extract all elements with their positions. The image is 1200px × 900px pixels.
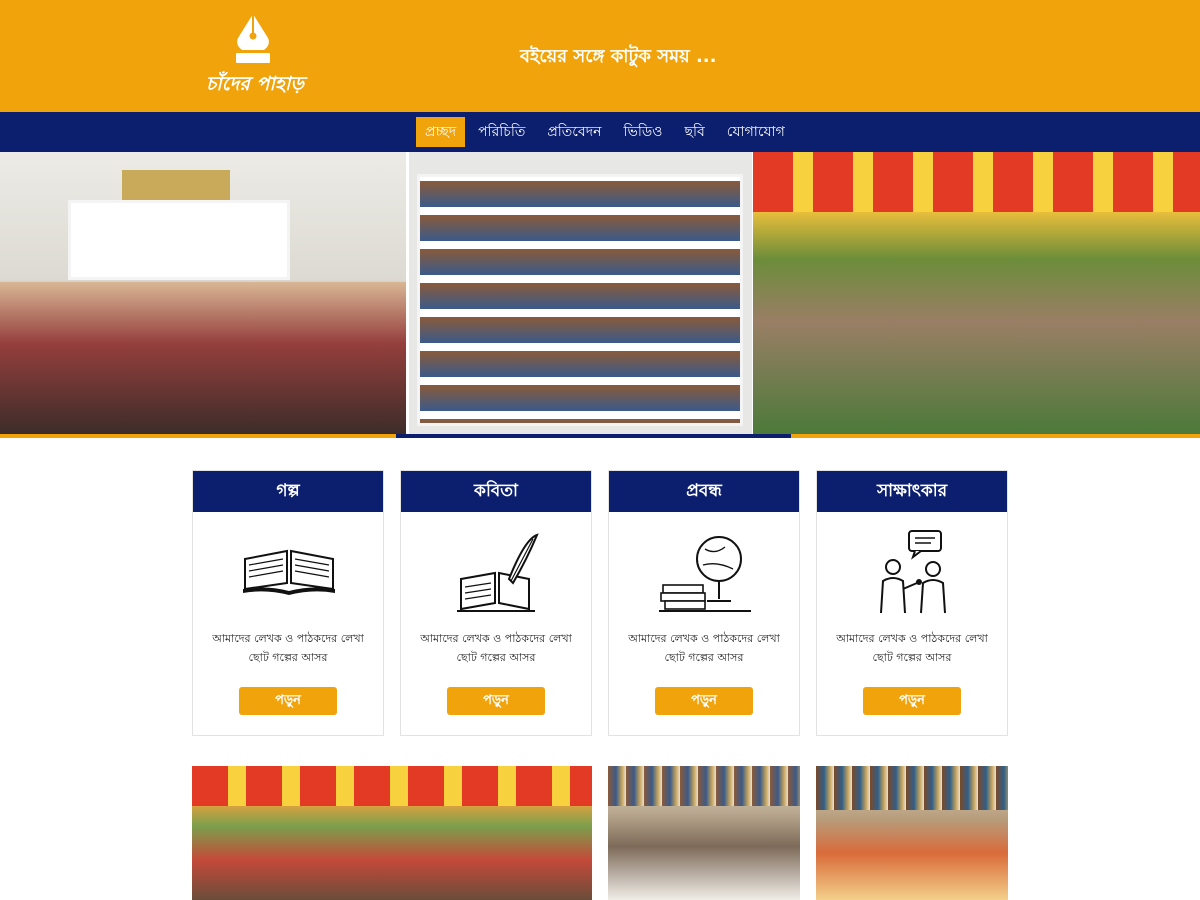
nav-item-about[interactable]: পরিচিতি bbox=[469, 117, 534, 147]
card-interview: সাক্ষাৎকার আমাদের লেখক ও পাঠকদের লেখা ছো… bbox=[816, 470, 1008, 736]
bookshelf-shape bbox=[608, 766, 800, 806]
nav-item-contact[interactable]: যোগাযোগ bbox=[718, 117, 794, 147]
globe-books-icon bbox=[659, 536, 751, 612]
hero-indicator-3[interactable] bbox=[791, 434, 1200, 438]
bookshelf-shape bbox=[417, 174, 743, 426]
logo-text: চাঁদের পাহাড় bbox=[206, 73, 304, 95]
interview-icon bbox=[880, 530, 946, 614]
category-cards: গল্প আমাদের লেখক ও পাঠকদের লেখা ছোট গল্প… bbox=[192, 470, 1008, 736]
card-line-2: ছোট গল্পের আসর bbox=[248, 651, 328, 664]
open-book-icon bbox=[243, 549, 335, 595]
card-essay: প্রবন্ধ আমাদের লেখক ও পাঠকদের লেখা ছোট গ… bbox=[608, 470, 800, 736]
canopy-shape bbox=[192, 766, 592, 806]
read-button[interactable]: পড়ুন bbox=[655, 687, 753, 715]
card-story: গল্প আমাদের লেখক ও পাঠকদের লেখা ছোট গল্প… bbox=[192, 470, 384, 736]
read-button[interactable]: পড়ুন bbox=[447, 687, 545, 715]
card-description: আমাদের লেখক ও পাঠকদের লেখা ছোট গল্পের আস… bbox=[193, 629, 383, 667]
nav-item-home[interactable]: প্রচ্ছদ bbox=[416, 117, 466, 147]
read-button[interactable]: পড়ুন bbox=[863, 687, 961, 715]
read-button[interactable]: পড়ুন bbox=[239, 687, 337, 715]
card-line-1: আমাদের লেখক ও পাঠকদের লেখা bbox=[212, 632, 364, 645]
card-title: কবিতা bbox=[401, 471, 591, 512]
nav-item-photos[interactable]: ছবি bbox=[676, 117, 714, 147]
hero-gallery bbox=[0, 152, 1200, 438]
card-description: আমাদের লেখক ও পাঠকদের লেখা ছোট গল্পের আস… bbox=[401, 629, 591, 667]
gallery-photo-group[interactable] bbox=[608, 766, 800, 900]
nav-item-reports[interactable]: প্রতিবেদন bbox=[538, 117, 610, 147]
hero-photo-festival[interactable] bbox=[753, 152, 1200, 434]
card-line-1: আমাদের লেখক ও পাঠকদের লেখা bbox=[836, 632, 988, 645]
nav-item-video[interactable]: ভিডিও bbox=[614, 117, 671, 147]
bookshelf-shape bbox=[68, 200, 290, 280]
card-title: গল্প bbox=[193, 471, 383, 512]
card-line-1: আমাদের লেখক ও পাঠকদের লেখা bbox=[628, 632, 780, 645]
main-nav: প্রচ্ছদ পরিচিতি প্রতিবেদন ভিডিও ছবি যোগা… bbox=[0, 112, 1200, 152]
hero-photo-bookshelf[interactable] bbox=[409, 152, 752, 434]
gallery-photo-festival[interactable] bbox=[192, 766, 592, 900]
hero-indicator-1[interactable] bbox=[0, 434, 396, 438]
card-title: প্রবন্ধ bbox=[609, 471, 799, 512]
painting-shape bbox=[122, 170, 230, 200]
card-line-2: ছোট গল্পের আসর bbox=[664, 651, 744, 664]
card-poetry: কবিতা আমাদের লেখক ও পাঠকদের লেখা ছোট গল্… bbox=[400, 470, 592, 736]
nav-list: প্রচ্ছদ পরিচিতি প্রতিবেদন ভিডিও ছবি যোগা… bbox=[416, 117, 794, 147]
hero-indicator-2[interactable] bbox=[396, 434, 791, 438]
people-shape bbox=[0, 282, 406, 434]
card-title: সাক্ষাৎকার bbox=[817, 471, 1007, 512]
gallery-photo-readers[interactable] bbox=[816, 766, 1008, 900]
card-line-2: ছোট গল্পের আসর bbox=[872, 651, 952, 664]
canopy-shape bbox=[753, 152, 1200, 212]
site-header: চাঁদের পাহাড় বইয়ের সঙ্গে কাটুক সময় ..… bbox=[0, 0, 1200, 112]
card-line-1: আমাদের লেখক ও পাঠকদের লেখা bbox=[420, 632, 572, 645]
hero-photo-group[interactable] bbox=[0, 152, 406, 434]
site-tagline: বইয়ের সঙ্গে কাটুক সময় ... bbox=[520, 46, 717, 67]
card-line-2: ছোট গল্পের আসর bbox=[456, 651, 536, 664]
bookshelf-shape bbox=[816, 766, 1008, 810]
quill-book-icon bbox=[457, 533, 539, 612]
card-description: আমাদের লেখক ও পাঠকদের লেখা ছোট গল্পের আস… bbox=[817, 629, 1007, 667]
site-logo[interactable]: চাঁদের পাহাড় bbox=[200, 12, 310, 102]
pen-nib-icon bbox=[236, 14, 270, 63]
card-description: আমাদের লেখক ও পাঠকদের লেখা ছোট গল্পের আস… bbox=[609, 629, 799, 667]
